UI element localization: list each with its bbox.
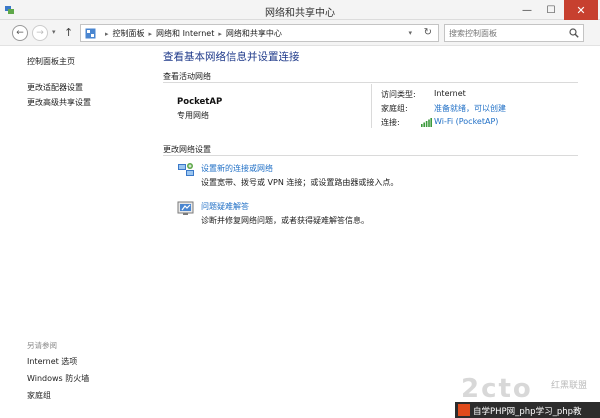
troubleshoot-link[interactable]: 问题疑难解答 [201,201,249,212]
address-bar: ← → ▾ ↑ ▸ 控制面板 ▸ 网络和 Internet ▸ 网络和共享中心 … [0,20,600,46]
page-title: 查看基本网络信息并设置连接 [163,51,300,63]
maximize-button[interactable]: ☐ [540,0,562,20]
divider [371,84,372,128]
main-content: 查看基本网络信息并设置连接 查看活动网络 PocketAP 专用网络 访问类型:… [150,46,600,418]
access-type-label: 访问类型: [381,90,416,99]
sidebar-item-advanced-sharing[interactable]: 更改高级共享设置 [27,97,91,108]
forward-button[interactable]: → [32,25,48,41]
chevron-right-icon: ▸ [148,29,153,38]
divider [163,155,578,156]
sidebar-item-firewall[interactable]: Windows 防火墙 [27,373,89,384]
minimize-button[interactable]: — [516,0,538,20]
troubleshoot-icon [177,201,194,215]
connection-link[interactable]: Wi-Fi (PocketAP) [434,117,498,126]
network-name: PocketAP [177,97,223,107]
network-setup-icon [178,163,194,176]
sidebar-item-homegroup[interactable]: 家庭组 [27,390,51,401]
change-settings-heading: 更改网络设置 [163,145,211,154]
search-input[interactable] [445,25,565,41]
sidebar-item-internet-options[interactable]: Internet 选项 [27,356,77,367]
active-networks-heading: 查看活动网络 [163,72,211,81]
homegroup-label: 家庭组: [381,104,408,113]
sidebar-item-control-panel-home[interactable]: 控制面板主页 [27,56,75,67]
breadcrumb-network-internet[interactable]: 网络和 Internet [156,28,214,39]
window-title: 网络和共享中心 [265,8,335,19]
search-icon[interactable] [569,28,579,38]
sidebar: 控制面板主页 更改适配器设置 更改高级共享设置 另请参阅 Internet 选项… [0,46,150,418]
watermark-logo: 2cto [461,374,533,404]
chevron-down-icon: ▾ [52,28,56,36]
sidebar-item-adapter-settings[interactable]: 更改适配器设置 [27,82,83,93]
watermark-strip: 自学PHP网_php学习_php教 [455,402,600,418]
breadcrumb[interactable]: ▸ 控制面板 ▸ 网络和 Internet ▸ 网络和共享中心 ▾ ↻ [80,24,439,42]
homegroup-link[interactable]: 准备就绪，可以创建 [434,103,506,114]
watermark: 2cto 红黑联盟 自学PHP网_php学习_php教 [455,372,600,418]
chevron-right-icon: ▸ [218,29,222,38]
back-button[interactable]: ← [12,25,28,41]
setup-connection-description: 设置宽带、拨号或 VPN 连接；或设置路由器或接入点。 [201,178,399,187]
refresh-icon[interactable]: ↻ [424,27,432,38]
see-also-heading: 另请参阅 [27,341,57,350]
arrow-left-icon: ← [16,28,24,38]
recent-locations-dropdown[interactable]: ▾ [52,28,56,36]
arrow-up-icon: ↑ [64,26,74,39]
network-type: 专用网络 [177,111,209,120]
close-button[interactable]: ✕ [564,0,598,20]
setup-connection-link[interactable]: 设置新的连接或网络 [201,163,273,174]
search-box[interactable] [444,24,584,42]
watermark-badge-icon [458,404,470,416]
up-button[interactable]: ↑ [64,26,73,39]
control-panel-icon [85,28,96,39]
watermark-text: 自学PHP网_php学习_php教 [473,407,582,417]
address-dropdown-icon[interactable]: ▾ [408,29,412,37]
access-type-value: Internet [434,89,466,98]
title-bar: 网络和共享中心 — ☐ ✕ [0,0,600,20]
watermark-brand: 红黑联盟 [551,381,588,391]
chevron-right-icon: ▸ [105,29,109,38]
troubleshoot-description: 诊断并修复网络问题，或者获得疑难解答信息。 [201,216,369,225]
breadcrumb-network-sharing[interactable]: 网络和共享中心 [226,28,282,39]
wifi-signal-icon [421,118,432,127]
arrow-right-icon: → [36,28,44,38]
breadcrumb-control-panel[interactable]: 控制面板 [113,28,145,39]
divider [163,82,578,83]
connection-label: 连接: [381,118,400,127]
